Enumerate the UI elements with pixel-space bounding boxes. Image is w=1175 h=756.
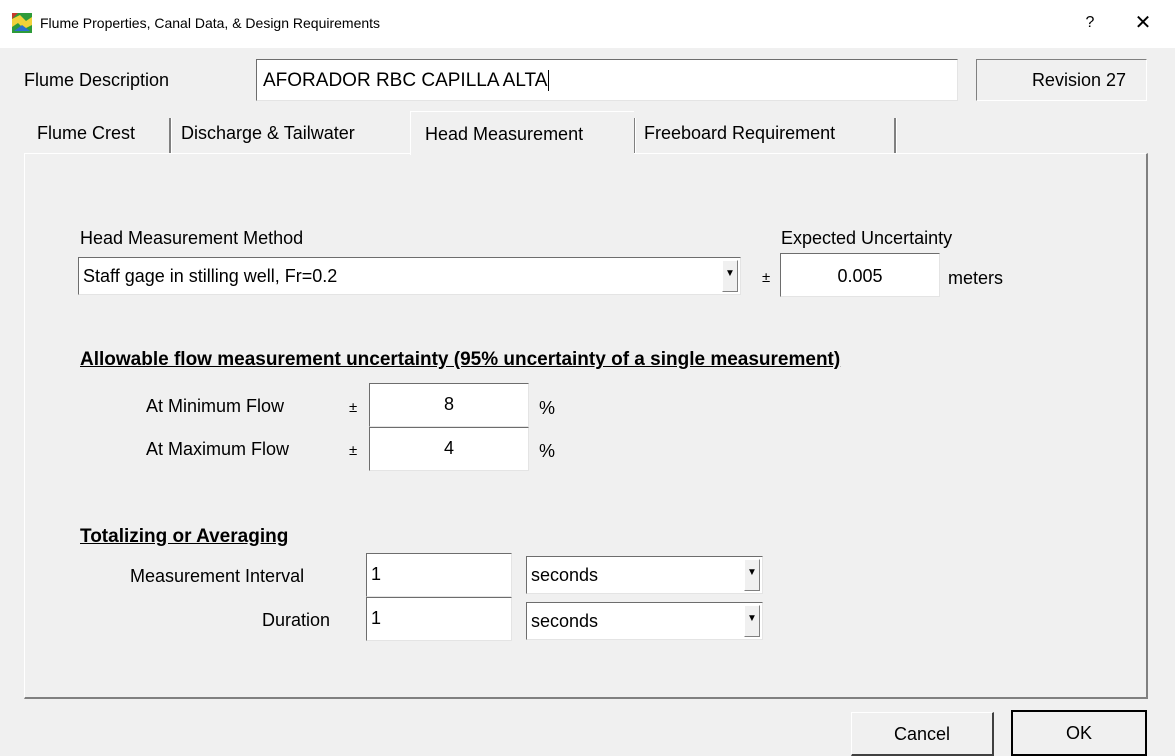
max-flow-uncertainty-input[interactable]: 4 xyxy=(369,427,529,471)
ok-button[interactable]: OK xyxy=(1011,710,1147,756)
measurement-interval-unit-select[interactable]: seconds ▼ xyxy=(526,556,763,594)
interval-unit-value: seconds xyxy=(531,565,599,585)
revision-label: Revision 27 xyxy=(976,59,1147,101)
tab-flume-crest[interactable]: Flume Crest xyxy=(37,113,135,153)
tab-discharge-tailwater[interactable]: Discharge & Tailwater xyxy=(181,113,355,153)
app-map-icon xyxy=(12,13,32,33)
duration-unit-value: seconds xyxy=(531,611,599,631)
duration-unit-select[interactable]: seconds ▼ xyxy=(526,602,763,640)
head-method-value: Staff gage in stilling well, Fr=0.2 xyxy=(83,266,338,286)
close-button[interactable]: ✕ xyxy=(1128,11,1158,35)
flume-description-label-text: Flume Description xyxy=(24,70,170,90)
max-flow-label: At Maximum Flow xyxy=(146,439,290,459)
chevron-down-icon[interactable]: ▼ xyxy=(744,605,760,637)
flume-description-input[interactable]: AFORADOR RBC CAPILLA ALTA xyxy=(256,59,958,101)
percent-unit-label: % xyxy=(539,398,556,418)
tab-freeboard-requirement[interactable]: Freeboard Requirement xyxy=(644,113,835,153)
plus-minus-symbol: ± xyxy=(762,269,771,286)
tab-separator xyxy=(169,118,172,154)
measurement-interval-label: Measurement Interval xyxy=(130,566,305,586)
head-method-select[interactable]: Staff gage in stilling well, Fr=0.2 ▼ xyxy=(78,257,741,295)
cancel-button[interactable]: Cancel xyxy=(851,712,994,756)
duration-label: Duration xyxy=(262,610,331,630)
help-button[interactable]: ? xyxy=(1075,11,1105,35)
totalizing-heading: Totalizing or Averaging xyxy=(80,526,289,547)
plus-minus-symbol: ± xyxy=(349,442,358,459)
title-bar: Flume Properties, Canal Data, & Design R… xyxy=(0,0,1175,48)
plus-minus-symbol: ± xyxy=(349,399,358,416)
flume-description-value: AFORADOR RBC CAPILLA ALTA xyxy=(263,70,548,91)
allowable-uncertainty-heading: Allowable flow measurement uncertainty (… xyxy=(80,349,841,370)
chevron-down-icon[interactable]: ▼ xyxy=(722,260,738,292)
head-method-label: Head Measurement Method xyxy=(80,228,304,248)
expected-uncertainty-label: Expected Uncertainty xyxy=(781,228,953,248)
percent-unit-label: % xyxy=(539,441,556,461)
min-flow-label: At Minimum Flow xyxy=(146,396,285,416)
tab-head-measurement[interactable]: Head Measurement xyxy=(410,111,634,155)
expected-uncertainty-input[interactable]: 0.005 xyxy=(780,253,940,297)
chevron-down-icon[interactable]: ▼ xyxy=(744,559,760,591)
tab-separator xyxy=(894,118,897,154)
duration-input[interactable]: 1 xyxy=(366,597,512,641)
measurement-interval-input[interactable]: 1 xyxy=(366,553,512,597)
min-flow-uncertainty-input[interactable]: 8 xyxy=(369,383,529,427)
flume-description-label: Flume Description xyxy=(24,70,169,91)
window-title: Flume Properties, Canal Data, & Design R… xyxy=(40,15,381,31)
uncertainty-unit-label: meters xyxy=(948,268,1004,288)
